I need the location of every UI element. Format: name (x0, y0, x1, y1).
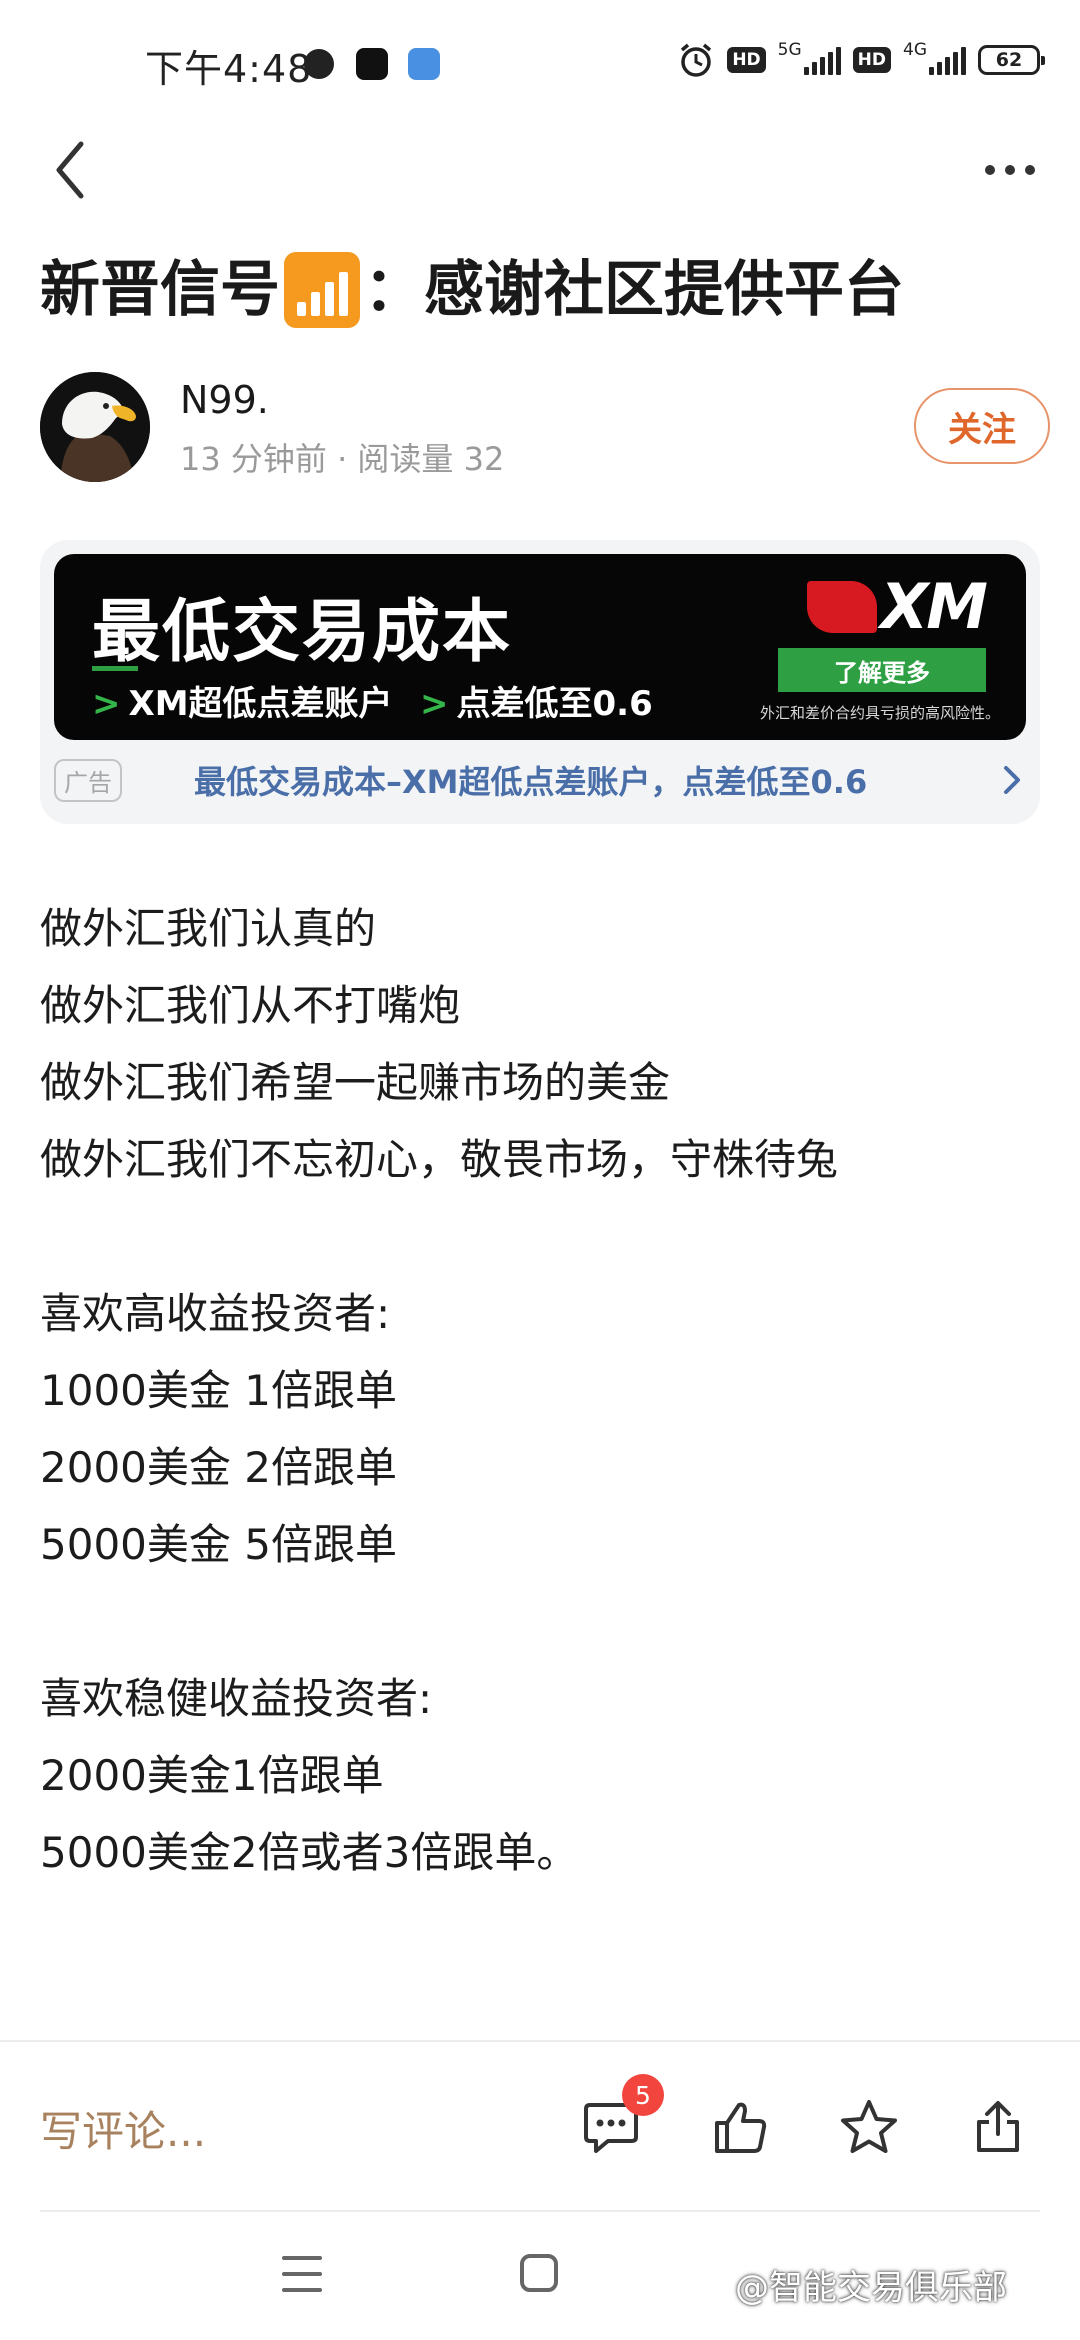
xm-logo-text: XM (880, 570, 988, 643)
ad-banner[interactable]: 最低交易成本 > XM超低点差账户 > 点差低至0.6 XM 了解更多 外汇和差价合… (54, 554, 1026, 740)
ad-divider (92, 666, 138, 671)
chevron-right-icon (1004, 766, 1020, 794)
article-body: 做外汇我们认真的 做外汇我们从不打嘴炮 做外汇我们希望一起赚市场的美金 做外汇我… (40, 890, 1040, 1891)
home-icon[interactable] (520, 2254, 558, 2292)
ad-card[interactable]: 最低交易成本 > XM超低点差账户 > 点差低至0.6 XM 了解更多 外汇和差价合… (40, 540, 1040, 824)
author-row: N99. 13 分钟前 · 阅读量 32 关注 (40, 372, 1050, 484)
body-line: 做外汇我们从不打嘴炮 (40, 981, 461, 1030)
body-line: 做外汇我们认真的 (40, 904, 377, 953)
ad-disclaimer: 外汇和差价合约具亏损的高风险性。 (759, 704, 1000, 722)
title-text-end: ：感谢社区提供平台 (364, 255, 904, 325)
battery-icon: 62 (978, 45, 1045, 75)
network-5g-label: 5G (777, 40, 802, 60)
hd-badge: HD (727, 47, 766, 73)
alarm-icon (681, 43, 712, 77)
signal-bars-icon (284, 252, 360, 328)
share-icon (977, 2101, 1019, 2152)
music-app-icon (356, 48, 388, 80)
chat-app-icon (408, 48, 440, 80)
like-icon (715, 2102, 767, 2153)
signal-icon-2 (929, 45, 966, 75)
status-right: HD 5G HD 4G 62 (677, 40, 1045, 80)
favorite-button[interactable] (834, 2092, 904, 2162)
ad-cta-button[interactable]: 了解更多 (778, 648, 986, 692)
body-line: 做外汇我们希望一起赚市场的美金 (40, 1058, 671, 1107)
ad-link[interactable]: 最低交易成本–XM超低点差账户，点差低至0.6 (194, 757, 867, 803)
more-button[interactable] (970, 140, 1050, 200)
body-line: 2000美金1倍跟单 (40, 1751, 384, 1800)
body-line: 做外汇我们不忘初心，敬畏市场，守株待兔 (40, 1135, 839, 1184)
xm-logo-mark (806, 580, 877, 633)
signal-icon (803, 45, 841, 75)
title-text-start: 新晋信号 (40, 255, 280, 325)
body-line: 5000美金 5倍跟单 (40, 1520, 397, 1569)
watermark: @智能交易俱乐部 (735, 2268, 1007, 2308)
hd-badge-2: HD (852, 47, 891, 73)
status-bar: 下午4:48 HD 5G HD 4G 62 (0, 0, 1080, 110)
follow-button[interactable]: 关注 (914, 388, 1050, 464)
comment-input[interactable]: 写评论... (40, 2098, 206, 2159)
clock: 下午4:48 (145, 47, 313, 91)
ad-badge: 广告 (54, 758, 122, 802)
body-line: 1000美金 1倍跟单 (40, 1366, 397, 1415)
avatar[interactable] (40, 372, 150, 482)
notification-icon (304, 49, 334, 79)
system-nav-bar: @智能交易俱乐部 (0, 2212, 1080, 2340)
action-bar: 写评论... 5 (0, 2042, 1080, 2212)
body-line: 喜欢稳健收益投资者: (40, 1674, 433, 1723)
top-nav (0, 120, 1080, 220)
ad-point-1: > XM超低点差账户 (92, 684, 393, 724)
article-title: 新晋信号 ：感谢社区提供平台 (40, 250, 1050, 330)
menu-icon[interactable] (282, 2256, 322, 2292)
ad-point-1-text: XM超低点差账户 (128, 684, 393, 724)
body-line: 5000美金2倍或者3倍跟单。 (40, 1828, 579, 1877)
battery-level: 62 (995, 49, 1023, 71)
back-icon (56, 141, 84, 199)
more-icon (985, 165, 995, 175)
ad-headline: 最低交易成本 (92, 593, 513, 672)
back-button[interactable] (40, 130, 100, 210)
comments-button[interactable]: 5 (576, 2074, 664, 2162)
comment-count-badge: 5 (622, 2074, 664, 2116)
post-meta: 13 分钟前 · 阅读量 32 (180, 440, 505, 478)
star-icon (841, 2100, 897, 2153)
ad-footer[interactable]: 广告 最低交易成本–XM超低点差账户，点差低至0.6 (54, 750, 1026, 810)
ad-point-2-text: 点差低至0.6 (456, 684, 653, 724)
like-button[interactable] (705, 2092, 775, 2162)
ad-point-2: > 点差低至0.6 (420, 684, 653, 724)
network-4g-label: 4G (903, 40, 927, 60)
body-line: 2000美金 2倍跟单 (40, 1443, 397, 1492)
eagle-avatar-image (40, 372, 150, 482)
body-line: 喜欢高收益投资者: (40, 1289, 391, 1338)
author-name[interactable]: N99. (180, 378, 269, 422)
xm-logo: XM (806, 570, 988, 643)
share-button[interactable] (963, 2092, 1033, 2162)
